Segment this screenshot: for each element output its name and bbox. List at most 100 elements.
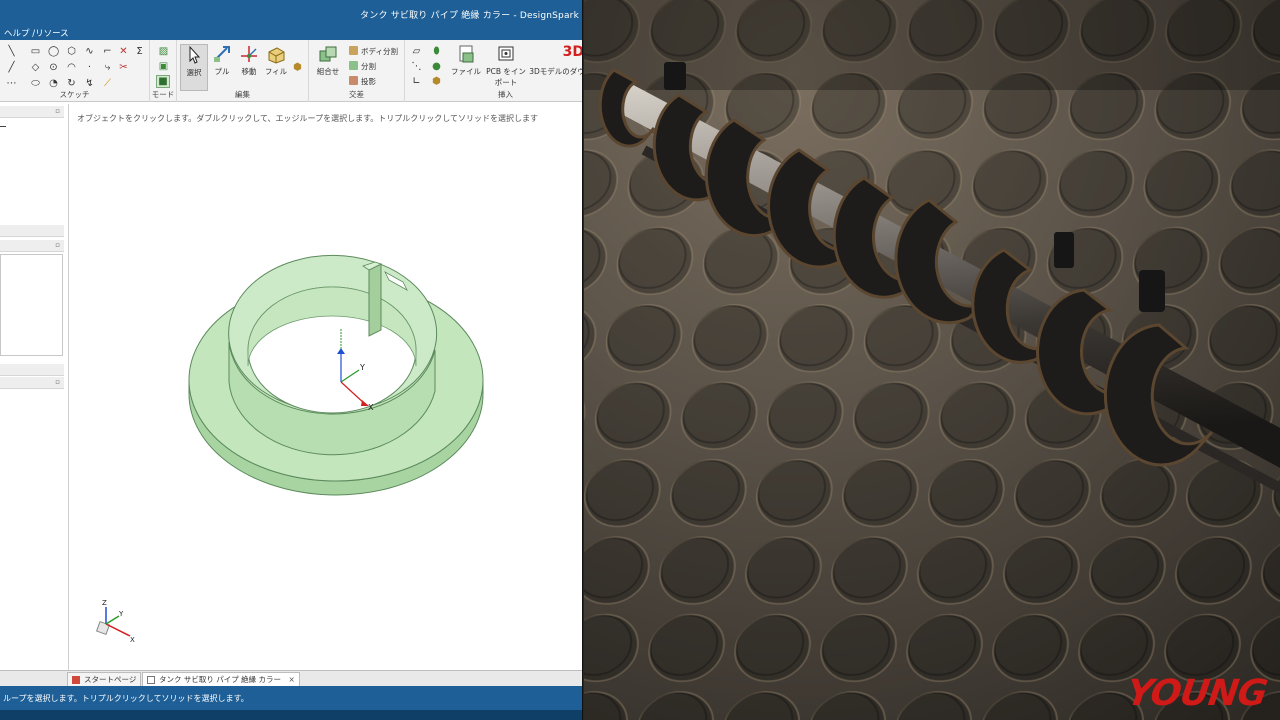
file-insert-button[interactable]: ファイル xyxy=(449,44,483,77)
sweep-arc-icon[interactable]: ◔ xyxy=(48,78,59,89)
split-button[interactable]: 分割 xyxy=(349,61,376,72)
pull-label: プル xyxy=(214,67,230,76)
3d-badge-icon: 3D xyxy=(562,44,583,60)
ribbon-group-label: 挿入 xyxy=(498,90,513,99)
triad-x-label: X xyxy=(130,636,135,644)
split-icon xyxy=(349,61,358,70)
menu-help-resources[interactable]: ヘルプ /リソース xyxy=(4,27,69,39)
triad-z-label: Z xyxy=(102,599,107,607)
sketch-mode-icon[interactable]: ▨ xyxy=(158,46,169,57)
ribbon-group-edit: 選択 プル 移動 フィル ⬢ 編集 xyxy=(177,40,309,102)
split-body-button[interactable]: ボディ分割 xyxy=(349,46,398,57)
selection-panel-header[interactable]: ▫ xyxy=(0,240,64,252)
split-body-icon xyxy=(349,46,358,55)
layers-panel-header[interactable] xyxy=(0,225,64,237)
start-page-icon xyxy=(72,676,80,684)
watermark-logo: YOUNG xyxy=(1123,673,1269,714)
cad-window: タンク サビ取り パイプ 絶縁 カラー - DesignSpark ヘルプ /リ… xyxy=(0,0,583,720)
menu-bar: ヘルプ /リソース xyxy=(0,25,582,40)
triad-y-label: Y xyxy=(118,610,124,618)
3d-model-download-label: 3Dモデルのダウ xyxy=(529,67,583,76)
move-icon xyxy=(241,46,257,62)
axis-tool-icon[interactable]: ⋱ xyxy=(411,61,422,72)
pull-button[interactable]: プル xyxy=(209,44,235,77)
move-label: 移動 xyxy=(241,67,257,76)
combine-icon xyxy=(319,46,337,62)
fill-icon xyxy=(268,47,285,64)
ribbon-group-sketch: ╲ ▭ ◯ ⬡ ∿ ⌐ ✕ Σ ╱ ◇ ⊙ ◠ · ⤷ ✂ ⋯ ⬭ ◔ ↻ ↯ … xyxy=(0,40,150,102)
rotate-arc-icon[interactable]: ↻ xyxy=(66,78,77,89)
ribbon-group-label: 交差 xyxy=(349,90,364,99)
view-triad-icon[interactable]: Z Y X xyxy=(95,599,135,644)
3d-model-download-button[interactable]: 3D 3Dモデルのダウ xyxy=(529,44,583,77)
circle-tool-icon[interactable]: ◯ xyxy=(48,46,59,57)
sphere-tool-icon[interactable]: ● xyxy=(431,61,442,72)
tab-design[interactable]: タンク サビ取り パイプ 絶縁 カラー × xyxy=(142,672,300,686)
trim-tool-icon[interactable]: ✕ xyxy=(118,46,129,57)
origin-tool-icon[interactable]: ∟ xyxy=(411,76,422,87)
pin-icon[interactable]: ▫ xyxy=(55,241,60,249)
axis-y-label: Y xyxy=(359,363,365,372)
section-mode-icon[interactable]: ▣ xyxy=(158,61,169,72)
ribbon-group-label: スケッチ xyxy=(59,90,90,99)
pull-icon xyxy=(214,46,230,62)
window-bottom-edge xyxy=(0,710,582,720)
offset-tool-icon[interactable]: ⤷ xyxy=(102,62,113,73)
structure-panel-header[interactable]: ▫ xyxy=(0,106,64,118)
sum-tool-icon[interactable]: Σ xyxy=(134,46,145,57)
combine-label: 組合せ xyxy=(316,67,340,76)
tangent-line-icon[interactable]: ╱ xyxy=(6,62,17,73)
photo-rod-with-collars: YOUNG xyxy=(584,0,1280,720)
shell-tool-icon[interactable]: ⬢ xyxy=(431,76,442,87)
status-bar: ループを選択します。トリプルクリックしてソリッドを選択します。 xyxy=(0,686,582,710)
cylinder-tool-icon[interactable]: ⬮ xyxy=(431,46,442,57)
pin-icon[interactable]: ▫ xyxy=(55,107,60,115)
ribbon: ╲ ▭ ◯ ⬡ ∿ ⌐ ✕ Σ ╱ ◇ ⊙ ◠ · ⤷ ✂ ⋯ ⬭ ◔ ↻ ↯ … xyxy=(0,40,583,102)
document-tabs: スタートページ タンク サビ取り パイプ 絶縁 カラー × xyxy=(0,670,582,686)
collar-model[interactable]: X Y Z Y X xyxy=(69,104,583,670)
tab-start-page[interactable]: スタートページ xyxy=(67,672,142,686)
pcb-import-button[interactable]: PCB をイン ポート xyxy=(483,44,529,88)
left-panel: ▫ ▫ ▫ xyxy=(0,104,66,670)
polygon-tool-icon[interactable]: ⬡ xyxy=(66,46,77,57)
design-viewport[interactable]: オブジェクトをクリックします。ダブルクリックして、エッジループを選択します。トリ… xyxy=(68,104,583,670)
close-tab-icon[interactable]: × xyxy=(288,675,294,684)
ribbon-group-label: モード xyxy=(151,90,175,99)
spline-tool-icon[interactable]: ∿ xyxy=(84,46,95,57)
mirror-tool-icon[interactable]: ✂ xyxy=(118,62,129,73)
rectangle-tool-icon[interactable]: ▭ xyxy=(30,46,41,57)
fillet-tool-icon[interactable]: ⟋ xyxy=(102,78,113,89)
pin-icon[interactable]: ▫ xyxy=(55,378,60,386)
select-button[interactable]: 選択 xyxy=(180,44,208,91)
tab-design-label: タンク サビ取り パイプ 絶縁 カラー xyxy=(159,675,282,684)
axis-x-label: X xyxy=(368,403,374,412)
point-tool-icon[interactable]: · xyxy=(84,62,95,73)
fill-label: フィル xyxy=(264,67,288,76)
status-text: ループを選択します。トリプルクリックしてソリッドを選択します。 xyxy=(3,694,249,703)
tab-start-page-label: スタートページ xyxy=(84,675,137,684)
ribbon-group-insert: ▱ ⋱ ∟ ⬮ ● ⬢ ファイル PCB をイン ポート 3D 3Dモデルのダウ… xyxy=(405,40,583,102)
fill-button[interactable]: フィル xyxy=(263,44,289,77)
plane-tool-icon[interactable]: ▱ xyxy=(411,46,422,57)
properties-panel-header[interactable]: ▫ xyxy=(0,377,64,389)
bend-tool-icon[interactable]: ↯ xyxy=(84,78,95,89)
select-label: 選択 xyxy=(186,68,202,77)
options-panel-header[interactable] xyxy=(0,364,64,376)
tree-root-dash xyxy=(0,126,6,127)
project-button[interactable]: 投影 xyxy=(349,76,376,87)
three-point-rect-icon[interactable]: ◇ xyxy=(30,62,41,73)
combine-button[interactable]: 組合せ xyxy=(312,44,344,77)
project-icon xyxy=(349,76,358,85)
arc-tool-icon[interactable]: ◠ xyxy=(66,62,77,73)
ellipse-tool-icon[interactable]: ⬭ xyxy=(30,78,41,89)
3d-mode-icon[interactable]: ■ xyxy=(156,75,170,88)
pcb-import-label-2: ポート xyxy=(494,78,518,87)
corner-tool-icon[interactable]: ⌐ xyxy=(102,46,113,57)
three-point-circle-icon[interactable]: ⊙ xyxy=(48,62,59,73)
box-tool-icon[interactable]: ⬢ xyxy=(292,62,303,73)
construction-line-icon[interactable]: ⋯ xyxy=(6,78,17,89)
line-tool-icon[interactable]: ╲ xyxy=(6,46,17,57)
pcb-import-label-1: PCB をイン xyxy=(486,67,526,76)
project-label: 投影 xyxy=(361,77,376,86)
move-button[interactable]: 移動 xyxy=(235,44,263,77)
